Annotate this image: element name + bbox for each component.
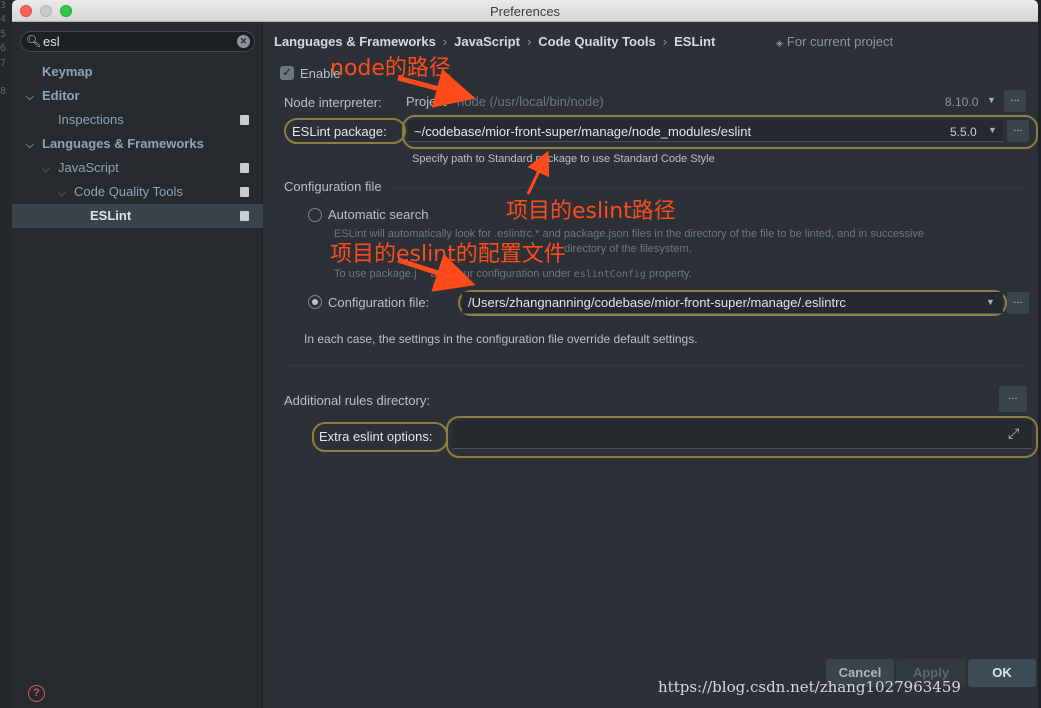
package-json-hint: To use package.j add your configuration u… xyxy=(334,268,692,280)
expand-icon[interactable]: ⤢ xyxy=(1008,425,1019,442)
package-json-hint-text: add your configuration under xyxy=(430,268,571,280)
chevron-down-icon[interactable]: ▼ xyxy=(987,95,996,105)
eslint-package-hint: Specify path to Standard package to use … xyxy=(412,153,715,165)
sidebar-item-keymap[interactable]: Keymap xyxy=(42,60,257,84)
package-json-hint-text: To use package.j xyxy=(334,268,417,280)
sidebar-item-label: Languages & Frameworks xyxy=(42,136,204,151)
configuration-file-select[interactable]: /Users/zhangnanning/codebase/mior-front-… xyxy=(462,292,1003,314)
project-scope-icon xyxy=(240,211,249,221)
configuration-file-value: /Users/zhangnanning/codebase/mior-front-… xyxy=(468,295,846,310)
chevron-down-icon[interactable]: ⌵ xyxy=(42,158,58,182)
annotation-eslint-config: 项目的eslint的配置文件 xyxy=(330,242,566,267)
watermark: https://blog.csdn.net/zhang1027963459 xyxy=(658,678,961,696)
enable-checkbox[interactable]: ✓ xyxy=(280,66,294,80)
sidebar-item-label: Code Quality Tools xyxy=(74,184,183,199)
clear-search-icon[interactable]: ✕ xyxy=(237,35,250,48)
help-icon[interactable]: ? xyxy=(28,685,45,702)
sidebar-item-label: ESLint xyxy=(90,208,132,223)
search-icon[interactable]: 🔍︎ xyxy=(26,34,41,48)
window-title: Preferences xyxy=(489,4,561,19)
configuration-note: In each case, the settings in the config… xyxy=(304,332,698,346)
chevron-down-icon[interactable]: ⌵ xyxy=(26,86,42,110)
configuration-file-label: Configuration file: xyxy=(328,295,430,310)
scope-indicator: ◈ For current project xyxy=(776,34,893,49)
node-interpreter-prefix: Project xyxy=(406,94,447,109)
search-input[interactable] xyxy=(43,33,233,50)
configuration-file-browse-button[interactable]: ... xyxy=(1007,292,1029,314)
breadcrumb: Languages & Frameworks › JavaScript › Code Q… xyxy=(274,34,715,49)
eslint-package-label: ESLint package: xyxy=(292,124,387,139)
sidebar-item-javascript[interactable]: ⌵ JavaScript xyxy=(42,156,257,180)
title-bar: Preferences xyxy=(12,0,1038,22)
chevron-down-icon[interactable]: ▼ xyxy=(986,297,995,307)
breadcrumb-item: Languages & Frameworks xyxy=(274,34,436,49)
chevron-down-icon[interactable]: ⌵ xyxy=(58,182,74,206)
scope-label: For current project xyxy=(786,34,894,49)
breadcrumb-item: Code Quality Tools xyxy=(538,34,656,49)
project-scope-icon: ◈ xyxy=(776,38,783,48)
breadcrumb-separator: › xyxy=(662,34,668,49)
node-version: 8.10.0 xyxy=(945,95,979,109)
sidebar-item-label: Editor xyxy=(42,88,80,103)
project-scope-icon xyxy=(240,115,249,125)
additional-rules-browse-button[interactable]: ... xyxy=(999,386,1027,412)
line-number: 6 xyxy=(0,43,7,54)
node-browse-button[interactable]: ... xyxy=(1004,90,1026,112)
eslint-package-browse-button[interactable]: ... xyxy=(1007,120,1029,142)
annotation-eslint-path: 项目的eslint路径 xyxy=(506,199,676,224)
configuration-file-radio[interactable] xyxy=(308,295,322,309)
line-number: 4 xyxy=(0,14,7,25)
eslint-config-key: eslintConfig xyxy=(573,269,646,280)
settings-search[interactable]: 🔍︎ ✕ xyxy=(20,31,255,52)
section-divider xyxy=(284,365,1024,366)
sidebar-item-eslint[interactable]: ESLint xyxy=(90,204,257,228)
line-number: 5 xyxy=(0,29,7,40)
preferences-window: Preferences 🔍︎ ✕ Keymap ⌵Editor Inspecti… xyxy=(12,0,1038,708)
eslint-version: 5.5.0 xyxy=(950,125,977,139)
automatic-search-label: Automatic search xyxy=(328,207,429,222)
package-json-hint-text: property. xyxy=(648,268,692,280)
line-number: 7 xyxy=(0,58,7,69)
extra-options-label: Extra eslint options: xyxy=(319,429,433,444)
line-number: 3 xyxy=(0,0,7,11)
chevron-down-icon[interactable]: ▼ xyxy=(988,125,997,135)
breadcrumb-item: JavaScript xyxy=(454,34,520,49)
eslint-package-value: ~/codebase/mior-front-super/manage/node_… xyxy=(414,124,752,139)
node-interpreter-label: Node interpreter: xyxy=(284,95,382,110)
additional-rules-label: Additional rules directory: xyxy=(284,393,430,408)
sidebar-item-inspections[interactable]: Inspections xyxy=(58,108,257,132)
sidebar-item-languages[interactable]: ⌵ Languages & Frameworks xyxy=(26,132,257,156)
project-scope-icon xyxy=(240,187,249,197)
automatic-search-description: directory of the filesystem. xyxy=(564,243,692,255)
breadcrumb-separator: › xyxy=(442,34,448,49)
annotation-node-path: node的路径 xyxy=(330,56,451,81)
node-interpreter-select[interactable]: Project node (/usr/local/bin/node) 8.10.… xyxy=(400,90,1000,112)
configuration-section-title: Configuration file xyxy=(284,179,382,194)
sidebar-item-label: Keymap xyxy=(42,64,93,79)
breadcrumb-separator: › xyxy=(526,34,532,49)
chevron-down-icon[interactable]: ⌵ xyxy=(26,134,42,158)
eslint-package-select[interactable]: ~/codebase/mior-front-super/manage/node_… xyxy=(408,120,1003,142)
section-divider xyxy=(394,187,1024,188)
sidebar-item-code-quality-tools[interactable]: ⌵ Code Quality Tools xyxy=(58,180,257,204)
ok-button[interactable]: OK xyxy=(968,659,1036,687)
editor-gutter: 3 4 5 6 7 8 xyxy=(0,0,12,708)
breadcrumb-item: ESLint xyxy=(674,34,716,49)
extra-options-input[interactable] xyxy=(452,421,1032,449)
project-scope-icon xyxy=(240,163,249,173)
node-interpreter-value: node (/usr/local/bin/node) xyxy=(457,94,604,109)
automatic-search-radio[interactable] xyxy=(308,208,322,222)
line-number: 8 xyxy=(0,86,7,97)
sidebar-item-label: Inspections xyxy=(58,112,124,127)
sidebar-item-editor[interactable]: ⌵ Editor xyxy=(26,84,257,108)
settings-content: Languages & Frameworks › JavaScript › Code Q… xyxy=(264,22,1038,708)
sidebar-item-label: JavaScript xyxy=(58,160,119,175)
settings-sidebar: 🔍︎ ✕ Keymap ⌵Editor Inspections ⌵Languag… xyxy=(12,22,263,708)
